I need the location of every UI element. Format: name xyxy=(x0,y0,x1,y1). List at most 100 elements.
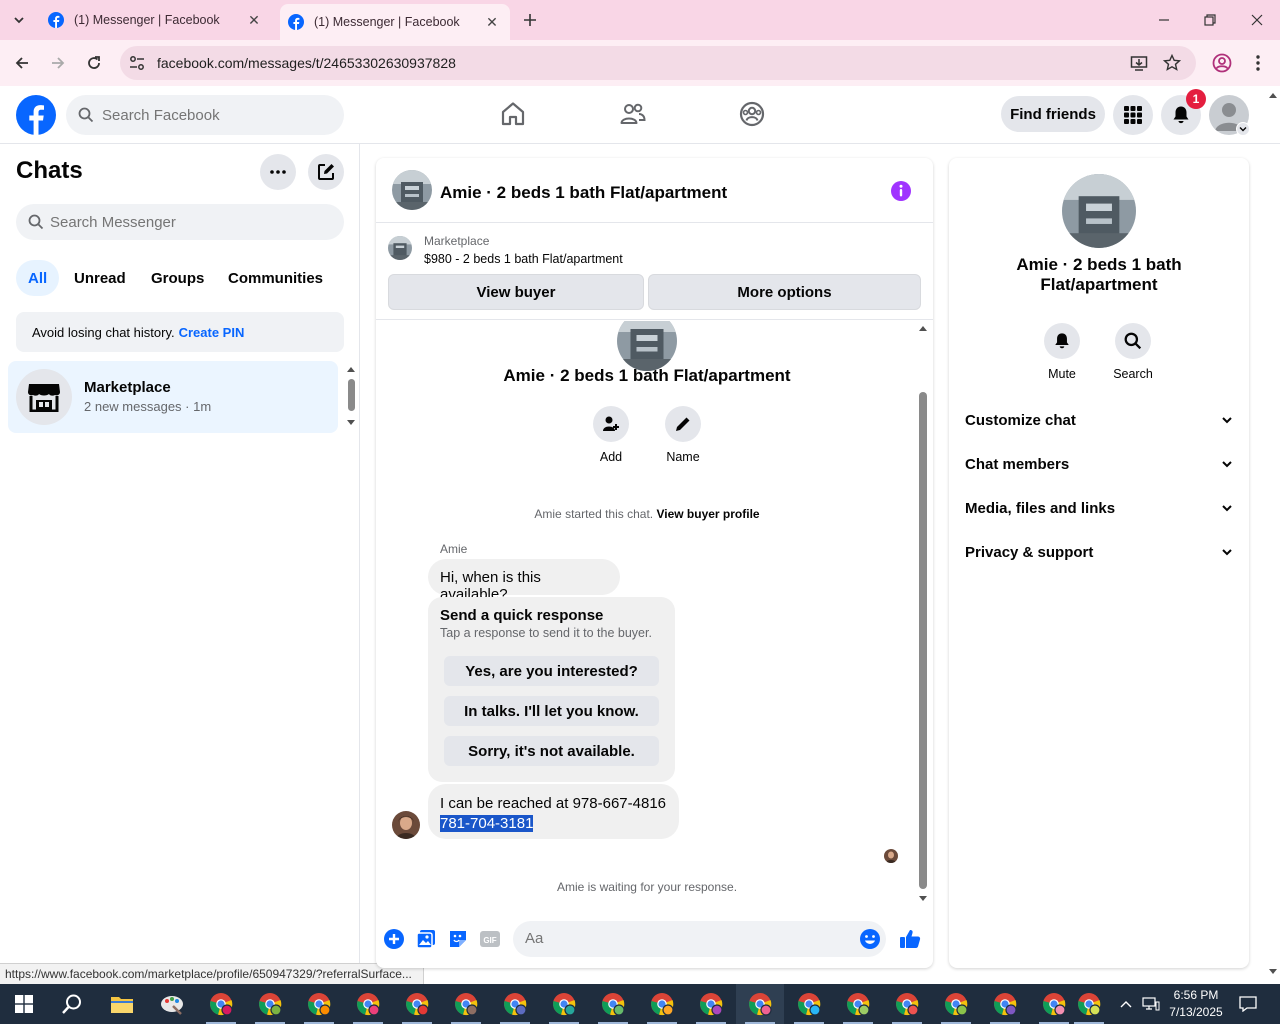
chrome-taskbar-icon-active[interactable] xyxy=(736,984,784,1024)
conversation-info-icon[interactable] xyxy=(890,180,912,202)
chat-list-scrollbar[interactable] xyxy=(344,364,358,428)
start-button[interactable] xyxy=(0,984,48,1024)
facebook-logo-icon[interactable] xyxy=(16,95,56,135)
clock-date: 7/13/2025 xyxy=(1169,1005,1223,1019)
thread-scrollbar[interactable] xyxy=(917,323,929,905)
taskbar-app-icon[interactable] xyxy=(148,984,196,1024)
action-center-icon[interactable] xyxy=(1236,984,1260,1024)
filter-unread[interactable]: Unread xyxy=(62,260,138,296)
thumbs-up-icon[interactable] xyxy=(899,928,921,950)
groups-icon[interactable] xyxy=(738,100,766,128)
restore-icon[interactable] xyxy=(1200,10,1220,30)
browser-menu-icon[interactable] xyxy=(1247,52,1269,74)
profile-icon[interactable] xyxy=(1211,52,1233,74)
sender-avatar[interactable] xyxy=(392,811,420,839)
friends-icon[interactable] xyxy=(619,100,647,128)
browser-tab-2-active[interactable]: (1) Messenger | Facebook ✕ xyxy=(280,4,510,40)
marketplace-shop-icon xyxy=(28,384,60,412)
messenger-search-input[interactable] xyxy=(50,213,320,231)
chrome-taskbar-icon[interactable] xyxy=(295,984,343,1024)
mute-action[interactable]: Mute xyxy=(1032,323,1092,381)
new-tab-icon[interactable] xyxy=(520,10,540,30)
message-input[interactable] xyxy=(525,930,825,947)
customize-chat-section[interactable]: Customize chat xyxy=(957,400,1241,440)
chrome-taskbar-icon[interactable] xyxy=(197,984,245,1024)
privacy-support-section[interactable]: Privacy & support xyxy=(957,532,1241,572)
home-icon[interactable] xyxy=(499,100,527,128)
tray-show-hidden-icon[interactable] xyxy=(1116,984,1136,1024)
chrome-taskbar-icon[interactable] xyxy=(834,984,882,1024)
chrome-taskbar-icon[interactable] xyxy=(883,984,931,1024)
menu-grid-button[interactable] xyxy=(1113,95,1153,135)
details-avatar[interactable] xyxy=(1062,174,1136,248)
sticker-icon[interactable] xyxy=(447,928,469,950)
filter-groups[interactable]: Groups xyxy=(139,260,216,296)
browser-tab-1[interactable]: (1) Messenger | Facebook ✕ xyxy=(40,0,272,40)
facebook-search-box[interactable] xyxy=(66,95,344,135)
add-people-action[interactable]: Add xyxy=(583,406,639,464)
back-icon[interactable] xyxy=(11,52,33,74)
chrome-taskbar-icon[interactable] xyxy=(393,984,441,1024)
media-files-links-section[interactable]: Media, files and links xyxy=(957,488,1241,528)
file-explorer-button[interactable] xyxy=(98,984,146,1024)
view-buyer-button[interactable]: View buyer xyxy=(388,274,644,310)
sender-name: Amie xyxy=(440,542,468,556)
tab-search-dropdown-icon[interactable] xyxy=(8,9,30,31)
chrome-taskbar-icon[interactable] xyxy=(540,984,588,1024)
quick-response-option[interactable]: Yes, are you interested? xyxy=(444,656,659,686)
address-bar[interactable]: facebook.com/messages/t/2465330263093782… xyxy=(120,46,1196,80)
filter-communities[interactable]: Communities xyxy=(216,260,335,296)
bookmark-star-icon[interactable] xyxy=(1163,54,1181,72)
filter-all[interactable]: All xyxy=(16,260,60,296)
taskbar-search-button[interactable] xyxy=(48,984,96,1024)
page-scrollbar[interactable] xyxy=(1266,86,1280,984)
site-info-icon[interactable] xyxy=(128,54,146,72)
message-input-box[interactable] xyxy=(513,921,886,957)
messenger-search-box[interactable] xyxy=(16,204,344,240)
account-chevron-down-icon[interactable] xyxy=(1236,122,1250,136)
conversation-avatar[interactable] xyxy=(392,170,432,210)
selected-phone-text[interactable]: 781-704-3181 xyxy=(440,815,534,832)
minimize-icon[interactable] xyxy=(1154,10,1174,30)
chrome-taskbar-icon[interactable] xyxy=(442,984,490,1024)
search-in-chat-action[interactable]: Search xyxy=(1103,323,1163,381)
thread-intro-avatar xyxy=(617,321,677,371)
listing-price-title[interactable]: $980 - 2 beds 1 bath Flat/apartment xyxy=(424,252,623,266)
chrome-icon xyxy=(455,993,478,1016)
chrome-taskbar-icon[interactable] xyxy=(344,984,392,1024)
view-buyer-profile-link[interactable]: View buyer profile xyxy=(656,507,759,521)
network-icon[interactable] xyxy=(1140,984,1162,1024)
name-chat-action[interactable]: Name xyxy=(655,406,711,464)
close-window-icon[interactable] xyxy=(1247,10,1267,30)
attach-photo-icon[interactable] xyxy=(415,928,437,950)
quick-response-option[interactable]: Sorry, it's not available. xyxy=(444,736,659,766)
quick-response-option[interactable]: In talks. I'll let you know. xyxy=(444,696,659,726)
facebook-search-input[interactable] xyxy=(102,106,322,124)
chrome-taskbar-icon[interactable] xyxy=(932,984,980,1024)
tab-close-icon[interactable]: ✕ xyxy=(246,12,262,28)
more-actions-plus-icon[interactable] xyxy=(383,928,405,950)
create-pin-link[interactable]: Create PIN xyxy=(179,325,245,340)
chrome-taskbar-icon[interactable] xyxy=(638,984,686,1024)
emoji-icon[interactable] xyxy=(859,928,881,950)
gif-icon[interactable]: GIF xyxy=(479,928,501,950)
chrome-taskbar-icon[interactable] xyxy=(589,984,637,1024)
chrome-taskbar-icon[interactable] xyxy=(687,984,735,1024)
find-friends-button[interactable]: Find friends xyxy=(1001,96,1105,132)
tab-close-icon[interactable]: ✕ xyxy=(484,14,500,30)
chat-members-section[interactable]: Chat members xyxy=(957,444,1241,484)
chrome-taskbar-icon[interactable] xyxy=(981,984,1029,1024)
chrome-taskbar-icon[interactable] xyxy=(1065,984,1113,1024)
chat-list-item[interactable]: Marketplace 2 new messages · 1m xyxy=(8,361,338,433)
chrome-taskbar-icon[interactable] xyxy=(246,984,294,1024)
chrome-taskbar-icon[interactable] xyxy=(491,984,539,1024)
install-app-icon[interactable] xyxy=(1130,54,1148,72)
taskbar-clock[interactable]: 6:56 PM 7/13/2025 xyxy=(1166,987,1226,1021)
reload-icon[interactable] xyxy=(83,52,105,74)
listing-thumbnail[interactable] xyxy=(388,236,412,260)
chats-options-button[interactable] xyxy=(260,154,296,190)
new-message-button[interactable] xyxy=(308,154,344,190)
forward-icon[interactable] xyxy=(47,52,69,74)
chrome-taskbar-icon[interactable] xyxy=(785,984,833,1024)
more-options-button[interactable]: More options xyxy=(648,274,921,310)
